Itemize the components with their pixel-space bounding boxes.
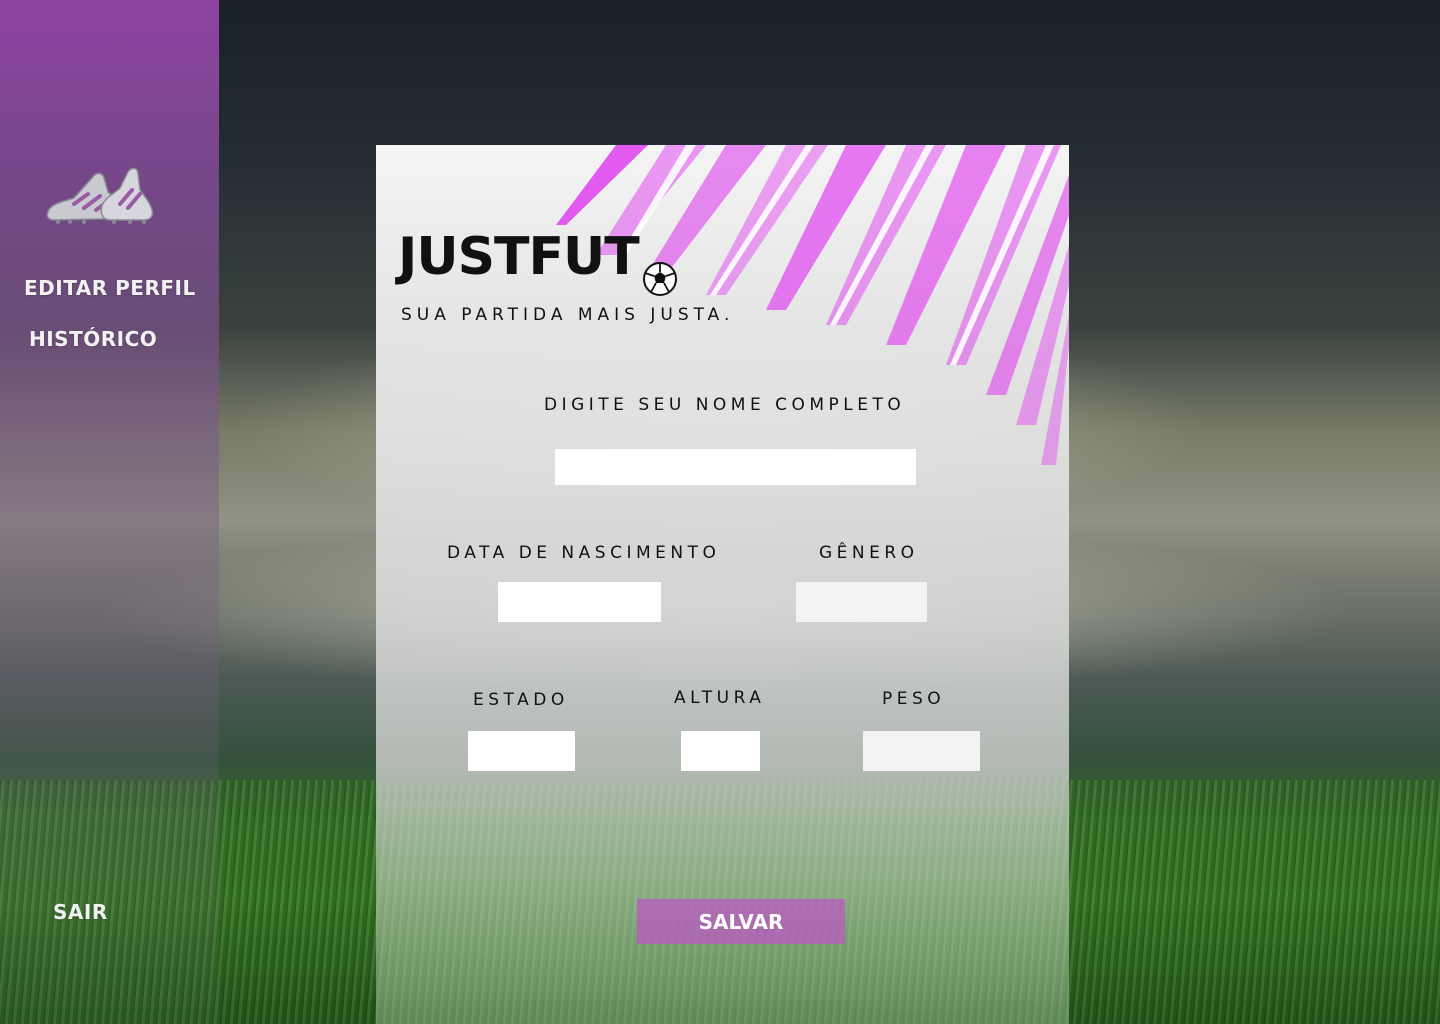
football-boots-icon bbox=[46, 167, 154, 224]
logout-link[interactable]: SAIR bbox=[53, 900, 108, 924]
weight-input[interactable] bbox=[863, 731, 980, 771]
gender-label: GÊNERO bbox=[819, 543, 919, 563]
birth-date-label: DATA DE NASCIMENTO bbox=[447, 543, 721, 563]
sidebar-item-edit-profile[interactable]: EDITAR PERFIL bbox=[24, 276, 196, 300]
save-button[interactable]: SALVAR bbox=[637, 899, 845, 944]
state-input[interactable] bbox=[468, 731, 575, 771]
full-name-input[interactable] bbox=[555, 449, 916, 485]
birth-date-input[interactable] bbox=[498, 582, 661, 622]
weight-label: PESO bbox=[882, 689, 946, 709]
profile-form-card: JUSTFUT SUA PARTIDA MAIS JUSTA. DIGITE S… bbox=[376, 145, 1069, 1024]
height-label: ALTURA bbox=[674, 688, 766, 708]
full-name-label: DIGITE SEU NOME COMPLETO bbox=[544, 395, 906, 415]
brand-tagline: SUA PARTIDA MAIS JUSTA. bbox=[401, 305, 735, 325]
brand-logo: JUSTFUT bbox=[398, 227, 640, 287]
sidebar-item-history[interactable]: HISTÓRICO bbox=[29, 327, 157, 351]
gender-input[interactable] bbox=[796, 582, 927, 622]
state-label: ESTADO bbox=[473, 690, 569, 710]
soccer-ball-icon bbox=[643, 262, 677, 296]
height-input[interactable] bbox=[681, 731, 760, 771]
sidebar: EDITAR PERFIL HISTÓRICO SAIR bbox=[0, 0, 219, 1024]
